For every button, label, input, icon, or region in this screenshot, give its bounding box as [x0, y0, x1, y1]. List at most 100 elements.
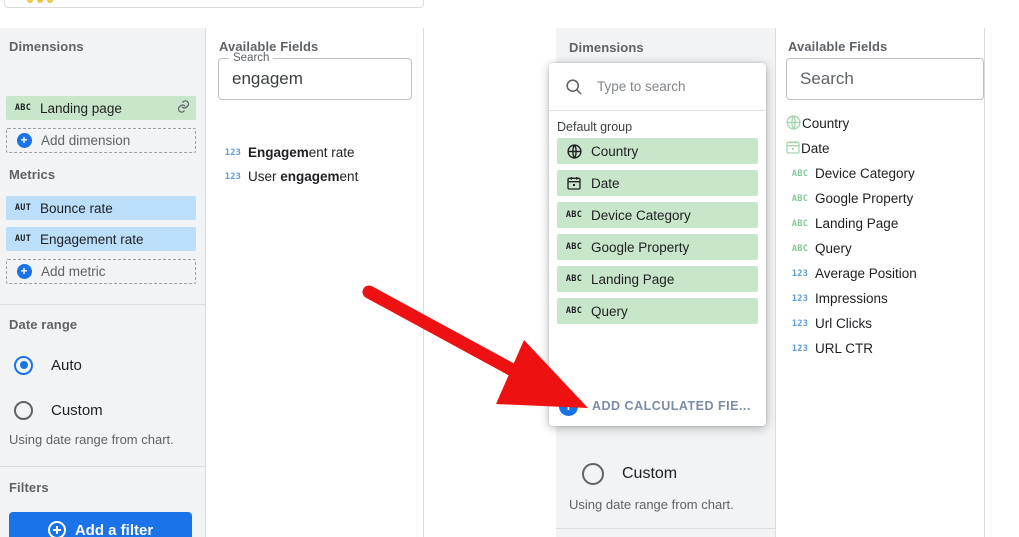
radio-custom-label: Custom — [622, 465, 678, 482]
dropdown-search-input[interactable]: Type to search — [549, 63, 766, 111]
search-result-user-engagement[interactable]: 123 User engagement — [218, 164, 418, 189]
calendar-icon — [557, 175, 591, 191]
field-row-url-clicks[interactable]: 123 Url Clicks — [776, 311, 984, 336]
radio-auto-label: Auto — [51, 356, 82, 374]
available-fields-heading: Available Fields — [788, 39, 888, 54]
number-icon: 123 — [791, 293, 809, 304]
dropdown-item-google-property[interactable]: ABC Google Property — [557, 234, 758, 260]
aut-icon: AUT — [14, 234, 32, 244]
globe-icon — [557, 143, 591, 160]
date-range-option-custom[interactable]: Custom — [14, 395, 103, 425]
metric-chip-bounce-rate[interactable]: AUT Bounce rate — [6, 196, 196, 220]
dropdown-item-device-category[interactable]: ABC Device Category — [557, 202, 758, 228]
dropdown-item-label: Query — [591, 303, 628, 319]
add-dimension-button[interactable]: + Add dimension — [6, 128, 196, 153]
dimension-chip-label: Landing page — [40, 100, 122, 116]
radio-auto[interactable] — [14, 355, 33, 375]
metrics-heading: Metrics — [9, 167, 56, 182]
field-row-device-category[interactable]: ABC Device Category — [776, 161, 984, 186]
right-available-fields-panel: Available Fields Search Country Date ABC De… — [776, 28, 985, 537]
dropdown-item-query[interactable]: ABC Query — [557, 298, 758, 324]
add-calculated-field-button[interactable]: + ADD CALCULATED FIE... — [549, 386, 766, 426]
date-range-hint: Using date range from chart. — [9, 432, 174, 447]
dimensions-heading: Dimensions — [569, 40, 644, 55]
field-search-input[interactable]: Search engagem — [218, 52, 412, 100]
search-legend: Search — [229, 52, 274, 64]
dropdown-item-label: Country — [591, 143, 639, 159]
date-range-option-custom[interactable]: Custom — [582, 459, 677, 489]
top-partial-panel — [4, 0, 424, 8]
dropdown-item-landing-page[interactable]: ABC Landing Page — [557, 266, 758, 292]
left-properties-panel: Dimensions ABC Landing page + Add dimens… — [0, 28, 206, 537]
field-row-label: URL CTR — [815, 341, 874, 356]
screenshot-root: Dimensions ABC Landing page + Add dimens… — [0, 0, 1019, 537]
field-row-country[interactable]: Country — [776, 111, 984, 136]
add-a-filter-button[interactable]: Add a filter — [9, 512, 192, 537]
aut-icon: AUT — [14, 203, 32, 213]
divider — [556, 528, 775, 529]
search-icon — [549, 77, 597, 96]
field-row-label: Date — [801, 141, 830, 156]
dropdown-search-placeholder: Type to search — [597, 79, 686, 94]
field-row-label: Query — [815, 241, 852, 256]
metric-chip-engagement-rate[interactable]: AUT Engagement rate — [6, 227, 196, 251]
field-row-label: Landing Page — [815, 216, 899, 231]
search-result-label: Engagement rate — [248, 145, 355, 160]
field-row-query[interactable]: ABC Query — [776, 236, 984, 261]
field-search-input[interactable]: Search — [786, 58, 984, 100]
field-row-label: Device Category — [815, 166, 915, 181]
date-range-option-auto[interactable]: Auto — [14, 350, 82, 380]
calendar-icon — [785, 139, 801, 158]
field-row-label: Average Position — [815, 266, 917, 281]
abc-icon: ABC — [791, 168, 809, 179]
abc-icon: ABC — [791, 243, 809, 254]
field-row-label: Url Clicks — [815, 316, 872, 331]
abc-icon: ABC — [791, 193, 809, 204]
loading-dots-icon — [27, 0, 53, 3]
date-range-hint: Using date range from chart. — [569, 497, 734, 512]
abc-icon: ABC — [565, 274, 583, 284]
field-row-landing-page[interactable]: ABC Landing Page — [776, 211, 984, 236]
globe-icon — [785, 114, 802, 134]
field-row-label: Impressions — [815, 291, 888, 306]
radio-custom[interactable] — [582, 463, 604, 485]
add-calculated-field-label: ADD CALCULATED FIE... — [592, 399, 751, 413]
search-placeholder: Search — [800, 69, 854, 88]
number-icon: 123 — [224, 147, 242, 158]
metric-chip-label: Engagement rate — [40, 231, 144, 247]
add-metric-button[interactable]: + Add metric — [6, 259, 196, 284]
add-metric-label: Add metric — [41, 264, 106, 279]
search-result-engagement-rate[interactable]: 123 Engagement rate — [218, 140, 418, 165]
dimensions-heading: Dimensions — [9, 39, 84, 54]
add-dimension-label: Add dimension — [41, 133, 131, 148]
dropdown-item-label: Google Property — [591, 239, 690, 255]
abc-icon: ABC — [565, 306, 583, 316]
field-row-label: Google Property — [815, 191, 914, 206]
field-row-google-property[interactable]: ABC Google Property — [776, 186, 984, 211]
dropdown-item-label: Landing Page — [591, 271, 675, 287]
field-row-impressions[interactable]: 123 Impressions — [776, 286, 984, 311]
date-range-heading: Date range — [9, 317, 78, 332]
plus-icon: + — [7, 264, 41, 279]
number-icon: 123 — [791, 343, 809, 354]
dimension-picker-dropdown: Type to search Default group Country Date… — [549, 63, 766, 426]
field-row-date[interactable]: Date — [776, 136, 984, 161]
number-icon: 123 — [791, 318, 809, 329]
dimension-chip-landing-page[interactable]: ABC Landing page — [6, 96, 196, 120]
field-row-label: Country — [802, 116, 850, 131]
plus-circle-icon — [47, 521, 66, 537]
abc-icon: ABC — [14, 103, 32, 113]
link-icon — [170, 99, 196, 117]
dropdown-item-date[interactable]: Date — [557, 170, 758, 196]
radio-custom[interactable] — [14, 400, 33, 420]
divider — [0, 466, 205, 467]
add-a-filter-label: Add a filter — [74, 521, 154, 537]
plus-icon: + — [7, 133, 41, 148]
dropdown-item-label: Date — [591, 175, 620, 191]
abc-icon: ABC — [791, 218, 809, 229]
field-row-average-position[interactable]: 123 Average Position — [776, 261, 984, 286]
metric-chip-label: Bounce rate — [40, 200, 113, 216]
filters-heading: Filters — [9, 480, 49, 495]
field-row-url-ctr[interactable]: 123 URL CTR — [776, 336, 984, 361]
dropdown-item-country[interactable]: Country — [557, 138, 758, 164]
